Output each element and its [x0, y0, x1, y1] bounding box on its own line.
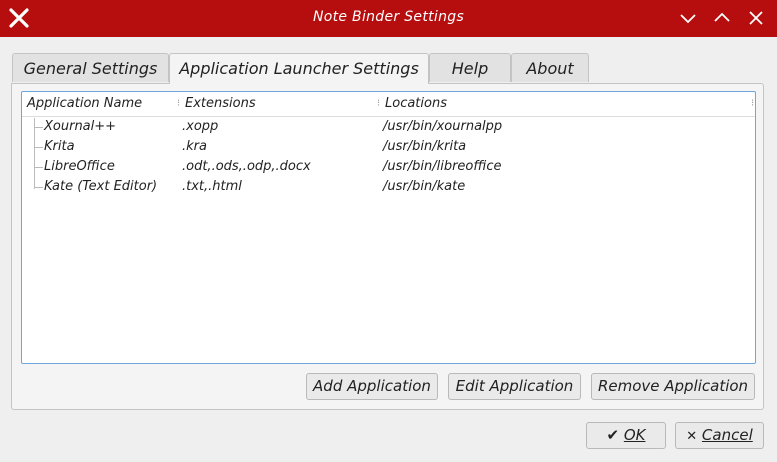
- cell-location: /usr/bin/libreoffice: [383, 159, 502, 174]
- column-separator[interactable]: ⁝: [751, 98, 754, 110]
- cell-extensions: .kra: [182, 139, 207, 154]
- chevron-down-icon: [680, 14, 696, 24]
- checkmark-icon: ✔: [606, 426, 620, 444]
- maximize-button[interactable]: [709, 6, 735, 30]
- column-header-extensions[interactable]: Extensions: [185, 96, 256, 111]
- tree-branch-line: [34, 167, 43, 168]
- table-row[interactable]: Xournal++ .xopp /usr/bin/xournalpp: [22, 117, 755, 137]
- chevron-up-icon: [714, 12, 730, 22]
- tab-general-settings[interactable]: General Settings: [12, 53, 169, 82]
- cell-location: /usr/bin/kate: [383, 179, 466, 194]
- remove-application-button[interactable]: Remove Application: [591, 373, 755, 400]
- edit-application-button[interactable]: Edit Application: [448, 373, 581, 400]
- ok-button[interactable]: ✔ OK: [586, 422, 666, 449]
- table-header: Application Name ⁝ Extensions ⁝ Location…: [22, 92, 755, 117]
- window-title: Note Binder Settings: [312, 9, 465, 25]
- applications-tree[interactable]: Application Name ⁝ Extensions ⁝ Location…: [21, 91, 756, 364]
- table-row[interactable]: Kate (Text Editor) .txt,.html /usr/bin/k…: [22, 177, 755, 197]
- tab-help[interactable]: Help: [429, 53, 511, 82]
- column-separator[interactable]: ⁝: [177, 98, 180, 110]
- close-icon: [749, 11, 763, 25]
- cell-application-name: Krita: [44, 139, 75, 154]
- tree-branch-line: [34, 187, 43, 188]
- cell-location: /usr/bin/xournalpp: [383, 119, 503, 134]
- add-application-button[interactable]: Add Application: [306, 373, 438, 400]
- tree-branch-line: [34, 147, 43, 148]
- ok-button-label: OK: [623, 426, 646, 444]
- window-body: General Settings Application Launcher Se…: [0, 37, 777, 462]
- tab-panel: Application Name ⁝ Extensions ⁝ Location…: [11, 83, 764, 410]
- cell-application-name: LibreOffice: [44, 159, 115, 174]
- cell-application-name: Xournal++: [44, 119, 117, 134]
- cell-extensions: .txt,.html: [182, 179, 242, 194]
- cancel-button-label: Cancel: [701, 426, 753, 444]
- cancel-button[interactable]: ✕ Cancel: [675, 422, 764, 449]
- column-header-locations[interactable]: Locations: [385, 96, 447, 111]
- cell-application-name: Kate (Text Editor): [44, 179, 158, 194]
- table-row[interactable]: Krita .kra /usr/bin/krita: [22, 137, 755, 157]
- column-header-application-name[interactable]: Application Name: [27, 96, 142, 111]
- table-row[interactable]: LibreOffice .odt,.ods,.odp,.docx /usr/bi…: [22, 157, 755, 177]
- column-separator[interactable]: ⁝: [377, 98, 380, 110]
- tab-application-launcher-settings[interactable]: Application Launcher Settings: [169, 53, 429, 84]
- cell-extensions: .odt,.ods,.odp,.docx: [182, 159, 311, 174]
- cell-location: /usr/bin/krita: [383, 139, 467, 154]
- minimize-button[interactable]: [675, 6, 701, 30]
- cell-extensions: .xopp: [182, 119, 219, 134]
- title-bar: Note Binder Settings: [0, 0, 777, 37]
- tree-branch-line: [34, 127, 43, 128]
- close-button[interactable]: [743, 6, 769, 30]
- tab-about[interactable]: About: [511, 53, 589, 82]
- cross-icon: ✕: [686, 429, 698, 444]
